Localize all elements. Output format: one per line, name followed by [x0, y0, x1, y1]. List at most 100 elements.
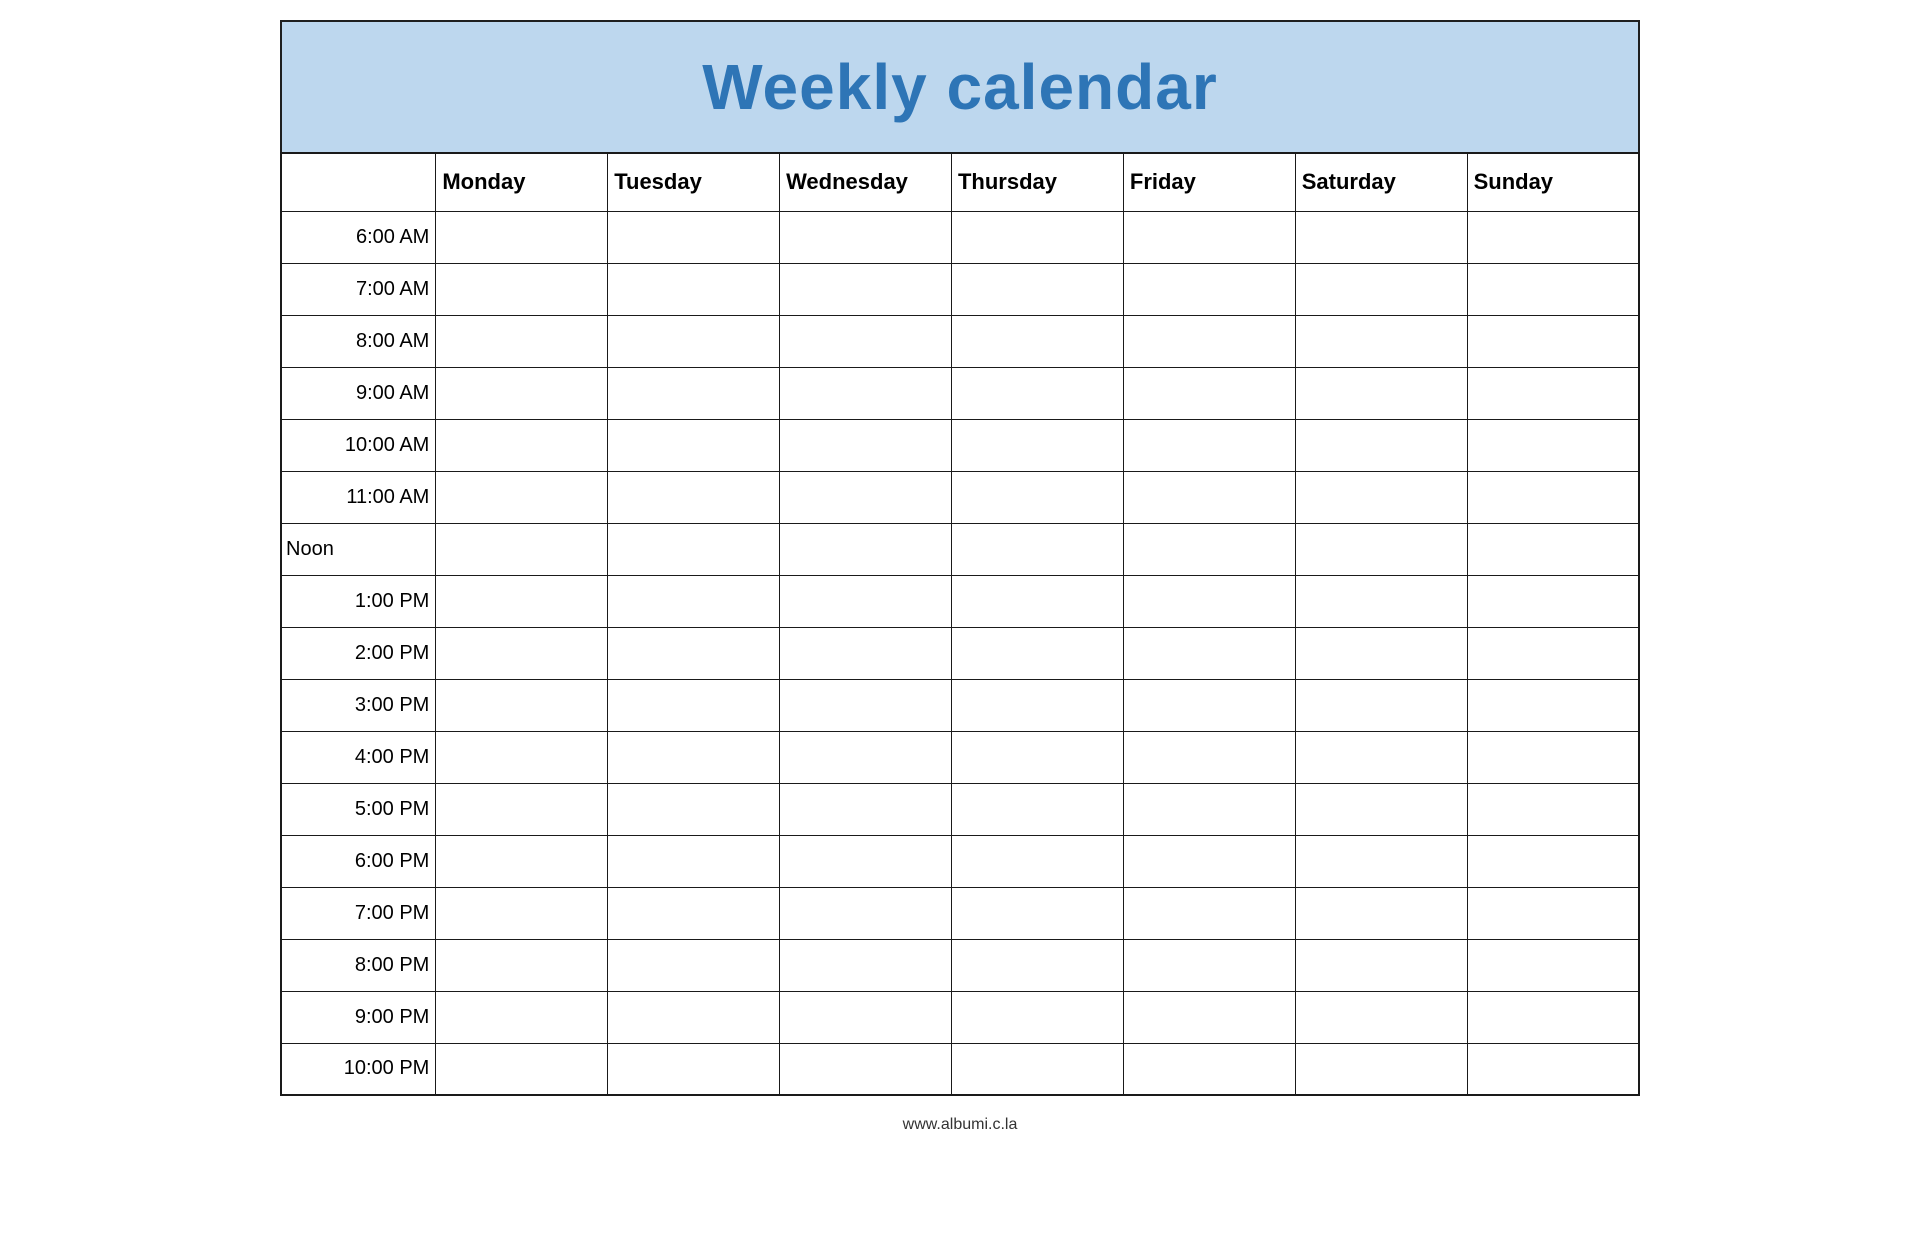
event-cell[interactable] — [1123, 627, 1295, 679]
event-cell[interactable] — [608, 471, 780, 523]
event-cell[interactable] — [1295, 575, 1467, 627]
event-cell[interactable] — [436, 575, 608, 627]
event-cell[interactable] — [1123, 679, 1295, 731]
event-cell[interactable] — [608, 367, 780, 419]
event-cell[interactable] — [1467, 575, 1639, 627]
event-cell[interactable] — [1295, 991, 1467, 1043]
event-cell[interactable] — [1295, 315, 1467, 367]
event-cell[interactable] — [780, 419, 952, 471]
event-cell[interactable] — [1295, 1043, 1467, 1095]
event-cell[interactable] — [1295, 263, 1467, 315]
event-cell[interactable] — [951, 419, 1123, 471]
event-cell[interactable] — [1467, 991, 1639, 1043]
event-cell[interactable] — [780, 523, 952, 575]
event-cell[interactable] — [608, 1043, 780, 1095]
event-cell[interactable] — [436, 419, 608, 471]
event-cell[interactable] — [1123, 1043, 1295, 1095]
event-cell[interactable] — [780, 835, 952, 887]
event-cell[interactable] — [951, 211, 1123, 263]
event-cell[interactable] — [1123, 211, 1295, 263]
event-cell[interactable] — [951, 991, 1123, 1043]
event-cell[interactable] — [608, 575, 780, 627]
event-cell[interactable] — [608, 835, 780, 887]
event-cell[interactable] — [1295, 887, 1467, 939]
event-cell[interactable] — [608, 783, 780, 835]
event-cell[interactable] — [951, 523, 1123, 575]
event-cell[interactable] — [1295, 471, 1467, 523]
event-cell[interactable] — [951, 679, 1123, 731]
event-cell[interactable] — [1123, 315, 1295, 367]
event-cell[interactable] — [780, 315, 952, 367]
event-cell[interactable] — [1123, 887, 1295, 939]
event-cell[interactable] — [608, 523, 780, 575]
event-cell[interactable] — [608, 887, 780, 939]
event-cell[interactable] — [1467, 679, 1639, 731]
event-cell[interactable] — [1123, 731, 1295, 783]
event-cell[interactable] — [951, 575, 1123, 627]
event-cell[interactable] — [1123, 939, 1295, 991]
event-cell[interactable] — [1295, 939, 1467, 991]
event-cell[interactable] — [1295, 367, 1467, 419]
event-cell[interactable] — [1123, 991, 1295, 1043]
event-cell[interactable] — [1295, 835, 1467, 887]
event-cell[interactable] — [436, 1043, 608, 1095]
event-cell[interactable] — [780, 731, 952, 783]
event-cell[interactable] — [780, 679, 952, 731]
event-cell[interactable] — [608, 731, 780, 783]
event-cell[interactable] — [780, 471, 952, 523]
event-cell[interactable] — [1295, 211, 1467, 263]
event-cell[interactable] — [780, 991, 952, 1043]
event-cell[interactable] — [780, 263, 952, 315]
event-cell[interactable] — [1123, 835, 1295, 887]
event-cell[interactable] — [951, 887, 1123, 939]
event-cell[interactable] — [436, 523, 608, 575]
event-cell[interactable] — [1467, 315, 1639, 367]
event-cell[interactable] — [1467, 367, 1639, 419]
event-cell[interactable] — [1123, 367, 1295, 419]
event-cell[interactable] — [1123, 471, 1295, 523]
event-cell[interactable] — [951, 263, 1123, 315]
event-cell[interactable] — [1467, 419, 1639, 471]
event-cell[interactable] — [1123, 575, 1295, 627]
event-cell[interactable] — [1295, 731, 1467, 783]
event-cell[interactable] — [1123, 783, 1295, 835]
event-cell[interactable] — [1467, 887, 1639, 939]
event-cell[interactable] — [1295, 419, 1467, 471]
event-cell[interactable] — [1467, 211, 1639, 263]
event-cell[interactable] — [436, 367, 608, 419]
event-cell[interactable] — [780, 887, 952, 939]
event-cell[interactable] — [780, 575, 952, 627]
event-cell[interactable] — [608, 419, 780, 471]
event-cell[interactable] — [780, 211, 952, 263]
event-cell[interactable] — [951, 1043, 1123, 1095]
event-cell[interactable] — [1123, 523, 1295, 575]
event-cell[interactable] — [780, 939, 952, 991]
event-cell[interactable] — [1467, 471, 1639, 523]
event-cell[interactable] — [951, 627, 1123, 679]
event-cell[interactable] — [951, 315, 1123, 367]
event-cell[interactable] — [436, 731, 608, 783]
event-cell[interactable] — [436, 887, 608, 939]
event-cell[interactable] — [1467, 627, 1639, 679]
event-cell[interactable] — [608, 627, 780, 679]
event-cell[interactable] — [1467, 263, 1639, 315]
event-cell[interactable] — [951, 835, 1123, 887]
event-cell[interactable] — [436, 627, 608, 679]
event-cell[interactable] — [951, 731, 1123, 783]
event-cell[interactable] — [608, 939, 780, 991]
event-cell[interactable] — [780, 1043, 952, 1095]
event-cell[interactable] — [1295, 523, 1467, 575]
event-cell[interactable] — [608, 679, 780, 731]
event-cell[interactable] — [1123, 419, 1295, 471]
event-cell[interactable] — [436, 471, 608, 523]
event-cell[interactable] — [608, 991, 780, 1043]
event-cell[interactable] — [436, 991, 608, 1043]
event-cell[interactable] — [1467, 939, 1639, 991]
event-cell[interactable] — [436, 783, 608, 835]
event-cell[interactable] — [436, 315, 608, 367]
event-cell[interactable] — [1295, 679, 1467, 731]
event-cell[interactable] — [951, 783, 1123, 835]
event-cell[interactable] — [951, 367, 1123, 419]
event-cell[interactable] — [608, 315, 780, 367]
event-cell[interactable] — [1467, 835, 1639, 887]
